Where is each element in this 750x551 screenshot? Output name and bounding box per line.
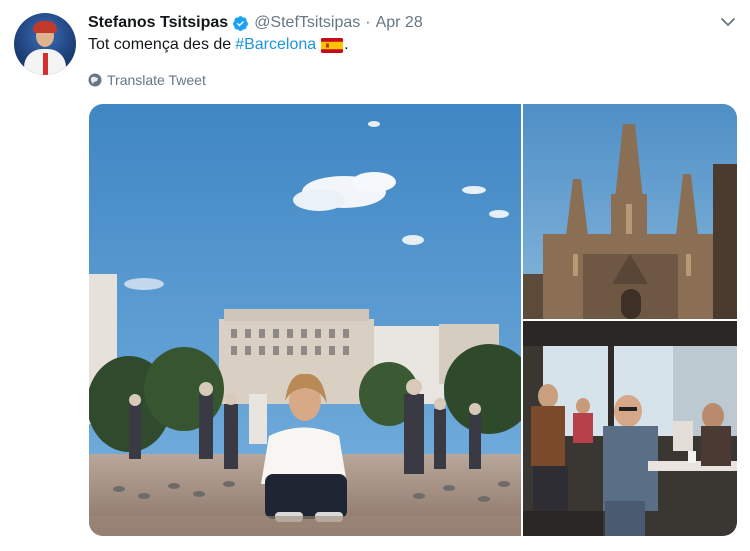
tweet-header: Stefanos Tsitsipas @StefTsitsipas · Apr …: [88, 12, 423, 34]
chevron-down-icon[interactable]: [720, 14, 736, 30]
tweet-trailing-dot: .: [344, 36, 349, 53]
plaza-photo-graphic: [89, 104, 521, 536]
cafe-photo[interactable]: [523, 321, 737, 536]
globe-icon: [88, 73, 102, 87]
translate-tweet-link[interactable]: Translate Tweet: [88, 72, 206, 88]
verified-badge-icon: [233, 15, 249, 31]
cathedral-photo-graphic: [523, 104, 737, 319]
avatar[interactable]: [14, 13, 76, 75]
cafe-photo-graphic: [523, 321, 737, 536]
avatar-stripe: [43, 53, 48, 75]
plaza-portrait-photo[interactable]: [89, 104, 521, 536]
author-handle[interactable]: @StefTsitsipas: [254, 14, 360, 32]
author-name[interactable]: Stefanos Tsitsipas: [88, 14, 228, 32]
avatar-headband: [33, 21, 57, 33]
spain-flag-icon: [321, 37, 344, 53]
media-grid: [89, 104, 737, 536]
tweet-card: Stefanos Tsitsipas @StefTsitsipas · Apr …: [0, 0, 750, 551]
translate-label: Translate Tweet: [107, 72, 206, 88]
tweet-date[interactable]: Apr 28: [376, 14, 423, 32]
tweet-body: Tot comença des de: [88, 36, 232, 53]
cathedral-photo[interactable]: [523, 104, 737, 319]
hashtag-link[interactable]: #Barcelona: [235, 36, 316, 54]
tweet-text: Tot comença des de #Barcelona .: [88, 36, 349, 54]
header-separator: ·: [365, 14, 371, 31]
